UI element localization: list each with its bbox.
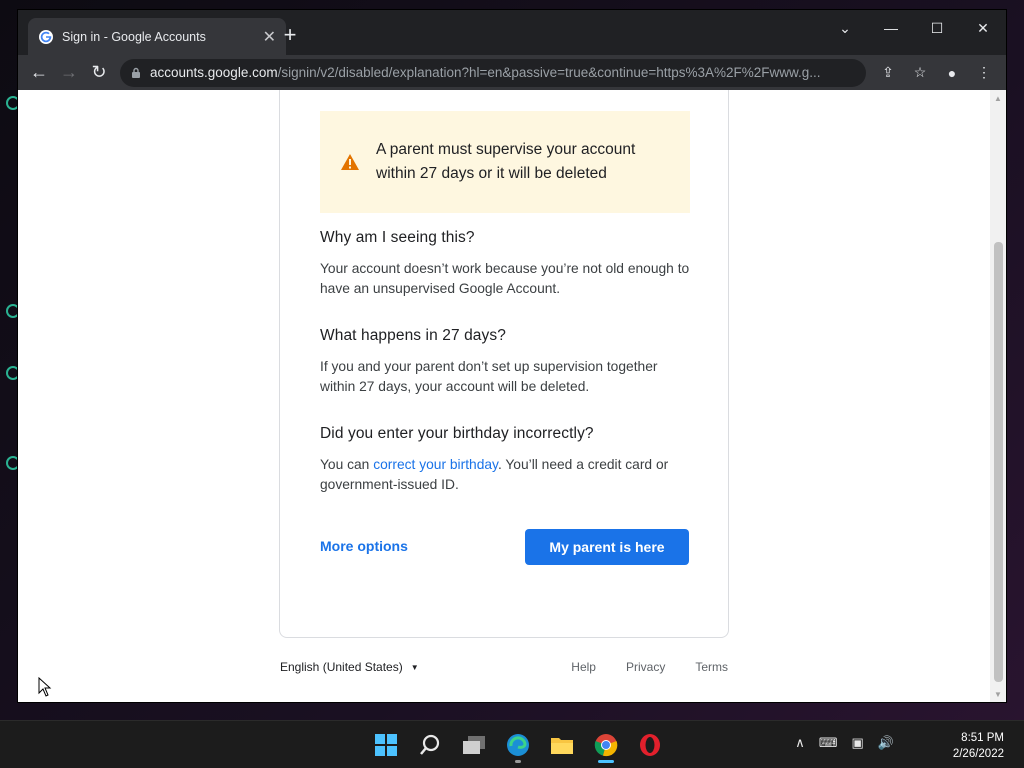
warning-banner: A parent must supervise your account wit… (320, 111, 690, 213)
section-heading: What happens in 27 days? (320, 327, 506, 344)
page-footer: English (United States) ▼ Help Privacy T… (280, 660, 728, 674)
tab-search-icon[interactable]: ⌄ (822, 14, 868, 42)
caret-down-icon: ▼ (410, 662, 419, 672)
warning-message: A parent must supervise your account wit… (376, 141, 636, 182)
back-arrow-icon[interactable]: ← (24, 58, 54, 88)
body-prefix: You can (320, 457, 374, 472)
clock[interactable]: 8:51 PM 2/26/2022 (953, 730, 1004, 762)
page-viewport: A parent must supervise your account wit… (18, 90, 1006, 702)
forward-arrow-icon[interactable]: → (54, 58, 84, 88)
more-options-button[interactable]: More options (320, 538, 408, 554)
supervision-card: A parent must supervise your account wit… (279, 90, 729, 638)
taskbar-icons (364, 727, 672, 763)
url-host: accounts.google.com (150, 65, 278, 80)
share-icon[interactable]: ⇪ (872, 59, 904, 87)
section-body: If you and your parent don’t set up supe… (320, 359, 658, 394)
scroll-down-icon[interactable]: ▼ (990, 686, 1006, 702)
file-explorer-icon[interactable] (540, 727, 584, 763)
my-parent-is-here-button[interactable]: My parent is here (525, 529, 689, 565)
why-section: Why am I seeing this? Your account doesn… (320, 229, 690, 299)
maximize-button[interactable]: ☐ (914, 14, 960, 42)
menu-kebab-icon[interactable]: ⋮ (968, 59, 1000, 87)
what-happens-section: What happens in 27 days? If you and your… (320, 327, 690, 397)
clock-time: 8:51 PM (961, 732, 1004, 744)
opera-icon[interactable] (628, 727, 672, 763)
scrollbar-thumb[interactable] (994, 242, 1003, 682)
help-link[interactable]: Help (571, 660, 596, 674)
correct-birthday-link[interactable]: correct your birthday (373, 457, 498, 472)
volume-icon[interactable]: 🔊 (878, 735, 894, 751)
tab-google-accounts[interactable]: Sign in - Google Accounts ✕ (28, 18, 286, 55)
mouse-cursor-icon (38, 677, 52, 697)
privacy-link[interactable]: Privacy (626, 660, 665, 674)
footer-links: Help Privacy Terms (541, 660, 728, 674)
close-window-button[interactable]: ✕ (960, 14, 1006, 42)
language-selector[interactable]: English (United States) ▼ (280, 660, 419, 674)
windows-start-icon[interactable] (364, 727, 408, 763)
section-body: You can correct your birthday. You’ll ne… (320, 455, 690, 495)
google-favicon-icon (39, 29, 53, 44)
scroll-up-icon[interactable]: ▲ (990, 90, 1006, 106)
tab-title: Sign in - Google Accounts (62, 29, 206, 44)
close-tab-icon[interactable]: ✕ (263, 27, 276, 47)
search-icon[interactable] (408, 727, 452, 763)
address-bar[interactable]: accounts.google.com /signin/v2/disabled/… (120, 58, 866, 87)
section-heading: Why am I seeing this? (320, 229, 475, 246)
edge-icon[interactable] (496, 727, 540, 763)
language-label: English (United States) (280, 660, 403, 674)
clock-date: 2/26/2022 (952, 748, 1004, 760)
birthday-section: Did you enter your birthday incorrectly?… (320, 425, 690, 495)
browser-toolbar: ← → ↻ accounts.google.com /signin/v2/dis… (18, 55, 1006, 90)
section-heading: Did you enter your birthday incorrectly? (320, 425, 594, 442)
taskbar: ∧ ⌨ ▣ 🔊 8:51 PM 2/26/2022 (0, 720, 1024, 768)
browser-window: Sign in - Google Accounts ✕ + ⌄ — ☐ ✕ ← … (18, 10, 1006, 702)
warning-icon (341, 154, 359, 170)
keyboard-icon[interactable]: ⌨ (819, 735, 838, 751)
profile-icon[interactable]: ● (936, 59, 968, 87)
task-view-icon[interactable] (452, 727, 496, 763)
window-controls: ⌄ — ☐ ✕ (822, 14, 1006, 42)
new-tab-button[interactable]: + (278, 24, 302, 48)
toolbar-actions: ⇪ ☆ ● ⋮ (872, 59, 1000, 87)
terms-link[interactable]: Terms (695, 660, 728, 674)
vertical-scrollbar[interactable]: ▲ ▼ (990, 90, 1006, 702)
network-icon[interactable]: ▣ (852, 735, 864, 751)
reload-icon[interactable]: ↻ (84, 58, 114, 88)
system-tray: ∧ ⌨ ▣ 🔊 (781, 735, 894, 751)
chevron-up-icon[interactable]: ∧ (795, 735, 805, 751)
lock-icon[interactable] (130, 67, 142, 79)
minimize-button[interactable]: — (868, 14, 914, 42)
chrome-icon[interactable] (584, 727, 628, 763)
section-body: Your account doesn’t work because you’re… (320, 261, 690, 296)
bookmark-star-icon[interactable]: ☆ (904, 59, 936, 87)
url-path: /signin/v2/disabled/explanation?hl=en&pa… (277, 65, 821, 80)
tab-strip: Sign in - Google Accounts ✕ + ⌄ — ☐ ✕ (18, 10, 1006, 55)
